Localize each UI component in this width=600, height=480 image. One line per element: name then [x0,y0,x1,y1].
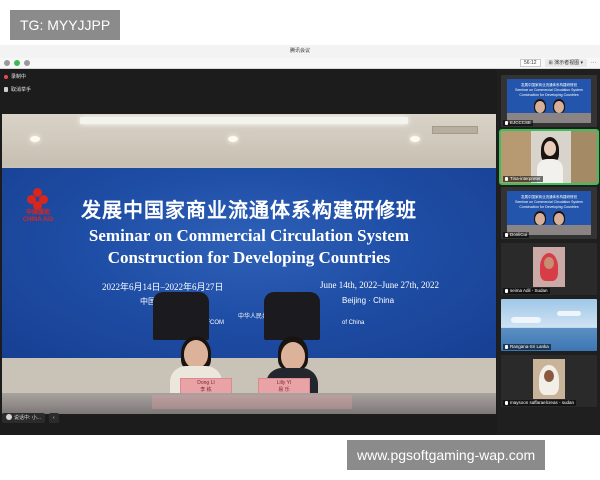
banner-sponsor-right: of China [342,320,365,326]
recording-label: 录制中 [11,74,27,80]
speaker-face [184,340,208,368]
participant-name: seima Adil - Sudan [503,288,550,294]
signal-icon [24,60,30,66]
cancel-raise-label: 取消举手 [11,87,32,93]
bookshelf [571,131,597,183]
mic-icon [505,401,508,405]
participant-name: maysoon saffaraelcreas - sudan [503,400,576,406]
ceiling-light [80,117,408,124]
hand-icon [4,87,8,92]
mic-icon [6,414,12,420]
nameplate-1: Dong LI 李 栋 [180,378,232,394]
participant-name: Tina-interpreter [503,176,543,182]
chair [153,292,209,340]
participant-panel: 发展中国家商业流通体系构建研修班 Seminar on Commercial C… [497,69,600,435]
collapse-button[interactable]: ‹ [48,413,59,423]
banner-date-en: June 14th, 2022–June 27th, 2022 [320,280,439,290]
ceiling-vent [432,126,478,134]
record-icon [4,74,8,79]
participant-tile[interactable]: maysoon saffaraelcreas - sudan [501,355,597,407]
participant-tile[interactable]: Tina-interpreter [499,129,599,185]
banner-place-en: Beijing · China [342,296,395,305]
watermark-bottom: www.pgsoftgaming-wap.com [347,440,546,470]
participant-name: Rangana-Sri Lanka [503,344,551,350]
cancel-raise-hand[interactable]: 取消举手 [4,86,31,93]
window-title: 腾讯会议 [0,45,600,58]
participant-name: EJCCCSE [503,120,534,126]
spotlight [30,136,40,142]
more-button[interactable]: ··· [591,60,596,66]
banner-title-zh: 发展中国家商业流通体系构建研修班 [81,198,417,222]
speaker-face [281,342,305,370]
ceiling [2,114,496,166]
main-video: 录制中 取消举手 中国援助 CHINA AID 发展中国家商业流通体系构建研修班… [0,69,497,435]
banner-title-en-line2: Construction for Developing Countries [107,248,391,267]
spotlight [410,136,420,142]
cloud [557,311,581,316]
mic-icon [505,121,508,125]
mic-icon [505,345,508,349]
banner-title-en-line1: Seminar on Commercial Circulation System [88,226,410,245]
toolbar-right: 56:12 ⊞ 演示者视图 ▾ ··· [520,59,596,67]
table-reflection [152,395,352,409]
info-icon[interactable] [4,60,10,66]
participant-tile[interactable]: 发展中国家商业流通体系构建研修班 Seminar on Commercial C… [501,75,597,127]
mic-icon [505,289,508,293]
toolbar-status-icons [4,60,30,66]
participant-tile[interactable]: 发展中国家商业流通体系构建研修班 Seminar on Commercial C… [501,187,597,239]
bottom-bar: 说话中: 小... ‹ [2,413,59,423]
thumb-banner: 发展中国家商业流通体系构建研修班 Seminar on Commercial C… [507,79,591,113]
thumb-banner: 发展中国家商业流通体系构建研修班 Seminar on Commercial C… [507,191,591,225]
mic-icon [505,177,508,181]
video-feed: 中国援助 CHINA AID 发展中国家商业流通体系构建研修班 Seminar … [2,114,496,414]
watermark-top: TG: MYYJJPP [10,10,121,40]
recording-indicator[interactable]: 录制中 [4,73,26,80]
screenshot: TG: MYYJJPP 腾讯会议 56:12 ⊞ 演示者视图 ▾ ··· 录制中… [0,0,600,480]
toolbar: 56:12 ⊞ 演示者视图 ▾ ··· [0,58,600,69]
speaking-indicator[interactable]: 说话中: 小... [2,413,45,423]
participant-name: DonliCui [503,232,530,238]
spotlight [228,136,238,142]
nameplate-2: Lilly YI 易 乐 [258,378,310,394]
meeting-window: 腾讯会议 56:12 ⊞ 演示者视图 ▾ ··· 录制中 取消举手 中国援助 C… [0,45,600,435]
meeting-timer: 56:12 [520,59,541,67]
shield-icon[interactable] [14,60,20,66]
participant-tile[interactable]: seima Adil - Sudan [501,243,597,295]
chair [264,292,320,340]
presenter-view-button[interactable]: ⊞ 演示者视图 ▾ [544,59,587,67]
participant-tile[interactable]: Rangana-Sri Lanka [501,299,597,351]
cloud [511,317,541,323]
mic-icon [505,233,508,237]
seminar-banner: 中国援助 CHINA AID 发展中国家商业流通体系构建研修班 Seminar … [2,168,496,358]
